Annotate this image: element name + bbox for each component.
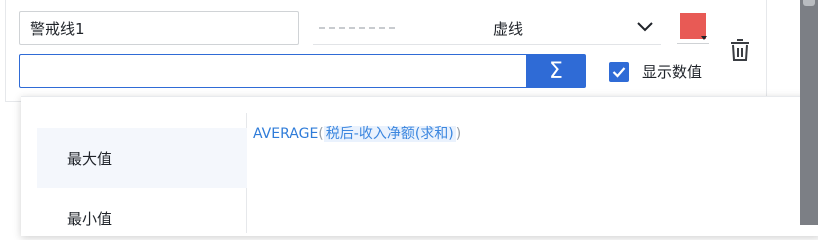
function-item-label: 最小值: [67, 209, 113, 228]
sigma-icon: Σ: [549, 58, 563, 84]
formula-expression[interactable]: AVERAGE(税后-收入净额(求和)): [253, 123, 461, 143]
sigma-function-button[interactable]: Σ: [526, 54, 586, 88]
expression-close-paren: ): [455, 126, 462, 142]
show-value-checkbox[interactable]: 显示数值: [609, 61, 702, 82]
function-item-label: 最大值: [67, 149, 113, 168]
warning-line-name-input[interactable]: [19, 11, 299, 45]
scrollbar-thumb[interactable]: [803, 0, 815, 6]
warning-line-panel: 虚线 Σ 显示数值 最大值 最小值: [0, 0, 818, 236]
formula-input[interactable]: [19, 54, 527, 88]
trash-icon[interactable]: [729, 38, 751, 62]
expression-field[interactable]: 税后-收入净额(求和): [323, 126, 456, 142]
line-color-picker[interactable]: [677, 11, 709, 44]
function-item-max[interactable]: 最大值: [37, 128, 247, 188]
expression-function: AVERAGE: [253, 126, 319, 142]
checkbox-checked[interactable]: [609, 61, 629, 82]
chevron-down-icon: [637, 22, 653, 32]
check-icon: [612, 66, 626, 78]
side-scrollbar[interactable]: [800, 0, 818, 225]
line-style-label: 虚线: [493, 20, 524, 38]
dash-line-preview: [319, 27, 395, 29]
function-item-min[interactable]: 最小值: [37, 188, 247, 240]
line-style-select[interactable]: 虚线: [313, 11, 661, 45]
function-dropdown: 最大值 最小值 AVERAGE(税后-收入净额(求和)): [21, 96, 818, 236]
caret-down-icon: [701, 36, 707, 40]
function-list: 最大值 最小值: [37, 113, 247, 233]
show-value-label: 显示数值: [642, 63, 703, 81]
expression-open-paren: (: [318, 126, 324, 142]
